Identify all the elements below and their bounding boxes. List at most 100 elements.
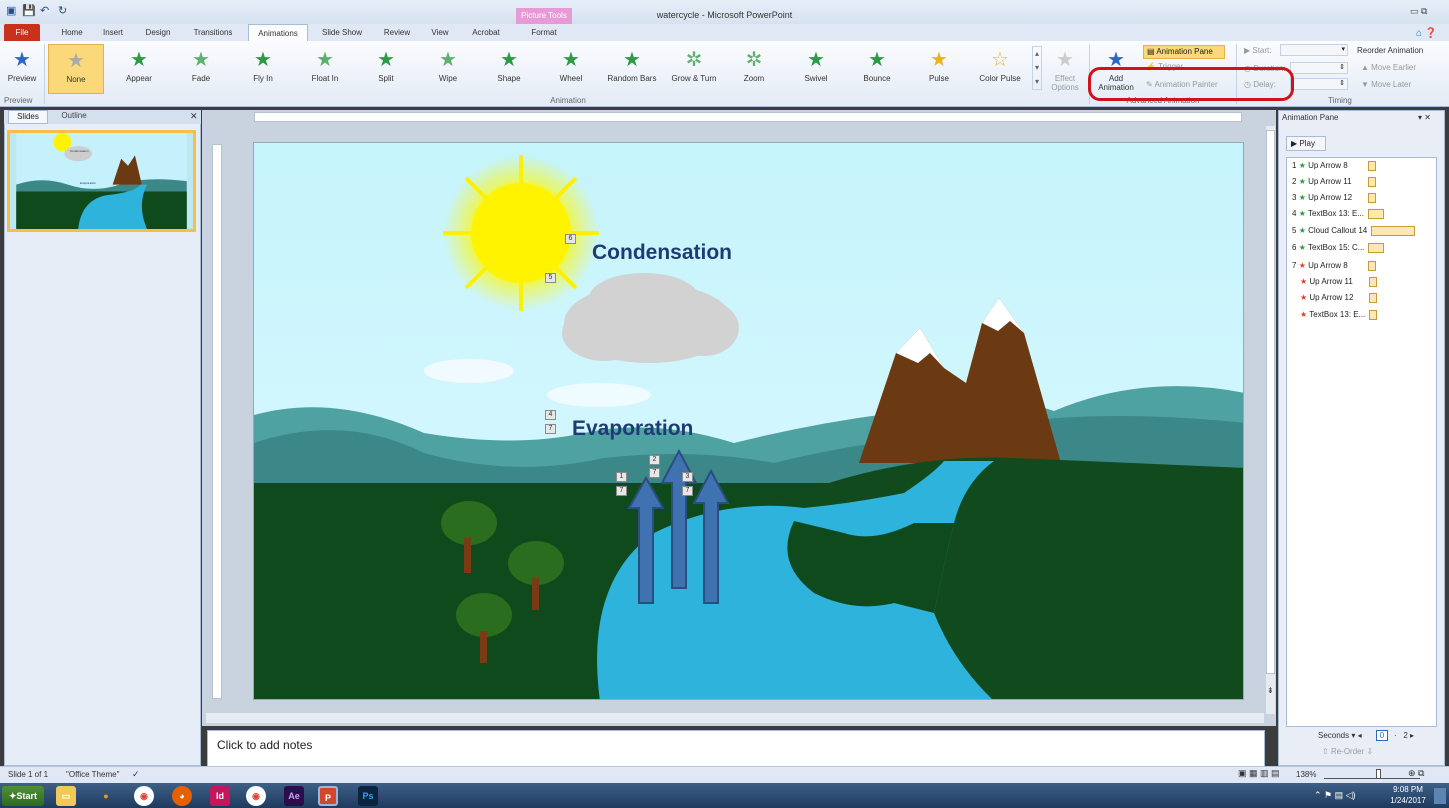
zoom-slider-thumb[interactable]: [1376, 769, 1381, 779]
close-icon[interactable]: ✕: [190, 111, 198, 122]
effect-bounce[interactable]: ★ Bounce: [849, 44, 905, 94]
spellcheck-icon[interactable]: ✓: [132, 769, 140, 780]
notes-field[interactable]: Click to add notes: [207, 730, 1265, 767]
tab-insert[interactable]: Insert: [94, 24, 132, 41]
seconds-dropdown[interactable]: Seconds ▾ ◂: [1318, 731, 1362, 740]
indesign-icon[interactable]: Id: [210, 786, 230, 806]
effect-wheel[interactable]: ★ Wheel: [543, 44, 599, 94]
effect-fly-in[interactable]: ★ Fly In: [235, 44, 291, 94]
move-earlier-button[interactable]: ▲ Move Earlier: [1361, 63, 1416, 72]
horizontal-ruler: [254, 112, 1242, 122]
animation-item[interactable]: 2 ★ Up Arrow 11: [1292, 177, 1376, 192]
animation-marker[interactable]: 3: [682, 472, 693, 482]
animation-item[interactable]: ★ Up Arrow 11: [1300, 277, 1377, 292]
tab-design[interactable]: Design: [136, 24, 180, 41]
play-button[interactable]: ▶ Play: [1286, 136, 1326, 151]
effect-fade[interactable]: ★ Fade: [173, 44, 229, 94]
animation-pane-button[interactable]: ▤ Animation Pane: [1143, 45, 1225, 59]
chrome-icon[interactable]: ◉: [246, 786, 266, 806]
animation-item[interactable]: ★ TextBox 13: E...: [1300, 310, 1378, 325]
effect-float-in[interactable]: ★ Float In: [297, 44, 353, 94]
view-buttons[interactable]: ▣ ▦ ▥ ▤: [1238, 768, 1280, 779]
preview-button[interactable]: ★ Preview: [2, 44, 42, 94]
animation-marker[interactable]: 2: [649, 455, 660, 465]
animation-marker[interactable]: 1: [616, 472, 627, 482]
animation-marker[interactable]: 7: [649, 468, 660, 478]
animation-item[interactable]: 4 ★ TextBox 13: E...: [1292, 209, 1384, 224]
tab-review[interactable]: Review: [376, 24, 418, 41]
effect-appear[interactable]: ★ Appear: [111, 44, 167, 94]
photoshop-icon[interactable]: Ps: [358, 786, 378, 806]
help-icon[interactable]: ⌂ ❓: [1416, 28, 1437, 39]
effect-pulse[interactable]: ★ Pulse: [911, 44, 967, 94]
effect-zoom[interactable]: ✲ Zoom: [726, 44, 782, 94]
timing-bar: [1371, 226, 1416, 236]
timing-bar: [1367, 209, 1384, 219]
tab-transitions[interactable]: Transitions: [183, 24, 243, 41]
animation-marker[interactable]: 7: [545, 424, 556, 434]
blender-icon[interactable]: ●: [96, 786, 116, 806]
after-effects-icon[interactable]: Ae: [284, 786, 304, 806]
scrollbar-thumb[interactable]: [1266, 130, 1275, 674]
tab-slides[interactable]: Slides: [8, 110, 48, 124]
start-button[interactable]: ✦Start: [2, 786, 44, 806]
effect-random-bars[interactable]: ★ Random Bars: [602, 44, 662, 94]
zoom-slider[interactable]: [1324, 767, 1420, 779]
powerpoint-icon[interactable]: P: [318, 786, 338, 806]
evaporation-label[interactable]: Evaporation: [572, 417, 693, 441]
animation-marker[interactable]: 7: [682, 486, 693, 496]
tab-outline[interactable]: Outline: [50, 110, 98, 124]
animation-item[interactable]: 6 ★ TextBox 15: C...: [1292, 243, 1385, 258]
animation-item[interactable]: ★ Up Arrow 12: [1300, 293, 1378, 308]
slide-canvas[interactable]: Condensation Evaporation 6 5 4 7 1 7 2 7…: [253, 142, 1244, 700]
effect-swivel[interactable]: ★ Swivel: [788, 44, 844, 94]
show-desktop-button[interactable]: [1434, 788, 1446, 804]
down-triangle-icon: ▼: [1361, 80, 1372, 89]
fit-slide-icon[interactable]: ⊕ ⧉: [1408, 768, 1424, 779]
horizontal-scrollbar[interactable]: [206, 713, 1264, 723]
tray-icons[interactable]: ⌃ ⚑ ▤ ◁): [1314, 790, 1356, 801]
gallery-scroll[interactable]: ▴ ▾ ▾: [1032, 46, 1042, 90]
animation-marker[interactable]: 7: [616, 486, 627, 496]
effect-options-button[interactable]: ★ Effect Options: [1044, 44, 1086, 94]
timeline-zero[interactable]: 0: [1376, 730, 1388, 741]
tab-acrobat[interactable]: Acrobat: [462, 24, 510, 41]
firefox-icon[interactable]: ◕: [172, 786, 192, 806]
effect-wipe[interactable]: ★ Wipe: [420, 44, 476, 94]
red-star-icon: ★: [1300, 277, 1308, 287]
animation-item[interactable]: 5 ★ Cloud Callout 14: [1292, 226, 1416, 241]
window-controls[interactable]: ▭ ⧉: [1410, 6, 1427, 17]
effect-grow-turn[interactable]: ✲ Grow & Turn: [664, 44, 724, 94]
tab-slide-show[interactable]: Slide Show: [312, 24, 372, 41]
tab-view[interactable]: View: [422, 24, 458, 41]
duration-spinner[interactable]: ⇕: [1290, 62, 1348, 74]
pane-menu-icon[interactable]: ▾ ✕: [1418, 113, 1431, 122]
animation-marker[interactable]: 4: [545, 410, 556, 420]
effect-color-pulse[interactable]: ☆ Color Pulse: [972, 44, 1028, 94]
slide-thumbnail[interactable]: Condensation Evaporation: [7, 130, 196, 232]
effect-split[interactable]: ★ Split: [358, 44, 414, 94]
effect-none[interactable]: ★ None: [48, 44, 104, 94]
zoom-level[interactable]: 138%: [1296, 770, 1316, 779]
reorder-buttons[interactable]: ⇧ Re-Order ⇩: [1322, 747, 1373, 756]
group-animation-label: Animation: [550, 96, 586, 105]
condensation-label[interactable]: Condensation: [592, 241, 732, 265]
timeline-ticks: · 2 ▸: [1394, 731, 1415, 740]
effect-shape[interactable]: ★ Shape: [481, 44, 537, 94]
tab-home[interactable]: Home: [52, 24, 92, 41]
next-slide-icon[interactable]: ⇟: [1267, 686, 1274, 695]
animation-marker[interactable]: 6: [565, 234, 576, 244]
start-select[interactable]: ▾: [1280, 44, 1348, 56]
move-later-button[interactable]: ▼ Move Later: [1361, 80, 1411, 89]
tab-file[interactable]: File: [4, 24, 40, 41]
file-explorer-icon[interactable]: ▭: [56, 786, 76, 806]
animation-item[interactable]: 3 ★ Up Arrow 12: [1292, 193, 1377, 208]
animation-item[interactable]: 1 ★ Up Arrow 8: [1292, 161, 1376, 176]
delay-spinner[interactable]: ⇕: [1290, 78, 1348, 90]
tab-animations[interactable]: Animations: [248, 24, 308, 41]
chrome-icon[interactable]: ◉: [134, 786, 154, 806]
theme-name[interactable]: "Office Theme": [66, 770, 119, 779]
animation-item[interactable]: 7 ★ Up Arrow 8: [1292, 261, 1376, 276]
animation-marker[interactable]: 5: [545, 273, 556, 283]
tab-format[interactable]: Format: [516, 24, 572, 41]
